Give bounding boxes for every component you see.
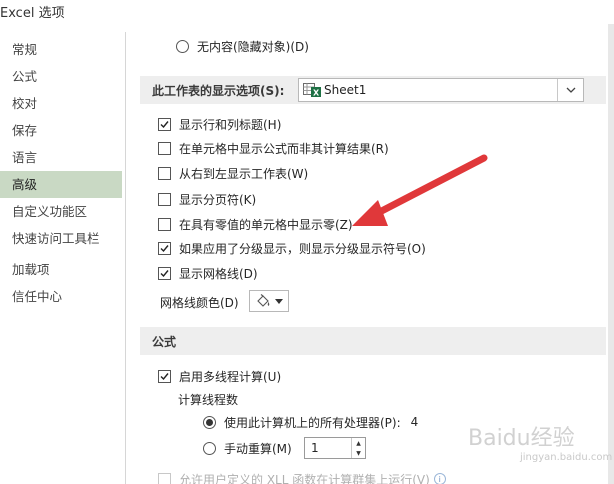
option-show-page-breaks[interactable]: 显示分页符(K) xyxy=(158,189,256,209)
worksheet-icon: X xyxy=(303,83,321,97)
caret-down-icon xyxy=(275,298,283,304)
option-label: 启用多线程计算(U) xyxy=(179,369,282,384)
sheet-select-dropdown-button[interactable] xyxy=(557,79,583,101)
option-show-row-column-headers[interactable]: 显示行和列标题(H) xyxy=(158,114,281,134)
sidebar: 常规 公式 校对 保存 语言 高级 自定义功能区 快速访问工具栏 加载项 信任中… xyxy=(0,32,126,484)
sheet-select-value: Sheet1 xyxy=(324,83,367,97)
option-right-to-left[interactable]: 从右到左显示工作表(W) xyxy=(158,163,308,183)
option-show-formulas[interactable]: 在单元格中显示公式而非其计算结果(R) xyxy=(158,138,389,158)
sidebar-item-add-ins[interactable]: 加载项 xyxy=(0,256,122,283)
radio-all-processors[interactable]: 使用此计算机上的所有处理器(P): 4 xyxy=(203,412,418,432)
sidebar-item-formulas[interactable]: 公式 xyxy=(0,63,122,90)
option-show-gridlines[interactable]: 显示网格线(D) xyxy=(158,263,258,283)
worksheet-display-section-title: 此工作表的显示选项(S): xyxy=(152,83,285,98)
gridline-color-picker[interactable] xyxy=(249,290,289,312)
sidebar-item-customize-ribbon[interactable]: 自定义功能区 xyxy=(0,198,122,225)
paint-bucket-icon xyxy=(257,294,270,307)
option-xll-cluster[interactable]: 允许用户定义的 XLL 函数在计算群集上运行(V) i xyxy=(158,469,446,484)
radio-manual-label: 手动重算(M) xyxy=(224,441,292,456)
option-label: 在单元格中显示公式而非其计算结果(R) xyxy=(179,141,389,156)
option-label: 显示网格线(D) xyxy=(179,266,258,281)
sidebar-item-save[interactable]: 保存 xyxy=(0,117,122,144)
checkmark-icon xyxy=(160,120,169,128)
sidebar-item-proofing[interactable]: 校对 xyxy=(0,90,122,117)
processor-count: 4 xyxy=(410,415,419,429)
svg-text:X: X xyxy=(313,89,320,98)
spin-down-icon[interactable]: ▼ xyxy=(352,448,365,458)
sheet-select[interactable]: X Sheet1 xyxy=(298,78,584,102)
option-label: 从右到左显示工作表(W) xyxy=(179,166,309,181)
checkbox[interactable] xyxy=(158,241,171,255)
spinner-arrows: ▲ ▼ xyxy=(351,438,365,458)
checkmark-icon xyxy=(160,269,169,277)
option-label: 在具有零值的单元格中显示零(Z) xyxy=(179,217,353,232)
option-enable-multithreaded[interactable]: 启用多线程计算(U) xyxy=(158,366,281,386)
option-show-zero-values[interactable]: 在具有零值的单元格中显示零(Z) xyxy=(158,214,353,234)
radio-no-objects-label: 无内容(隐藏对象)(D) xyxy=(197,39,309,54)
radio-button[interactable] xyxy=(203,415,216,429)
option-label: 显示分页符(K) xyxy=(179,192,257,207)
radio-button[interactable] xyxy=(176,39,189,53)
radio-manual[interactable]: 手动重算(M) xyxy=(203,438,292,458)
formula-section-title: 公式 xyxy=(152,334,177,349)
checkbox[interactable] xyxy=(158,141,171,155)
option-label: 允许用户定义的 XLL 函数在计算群集上运行(V) xyxy=(179,472,430,484)
watermark-url: jingyan.baidu.com xyxy=(520,452,613,463)
checkbox[interactable] xyxy=(158,192,171,206)
checkbox[interactable] xyxy=(158,166,171,180)
manual-threads-spinner[interactable]: 1 ▲ ▼ xyxy=(304,437,366,459)
checkbox[interactable] xyxy=(158,117,171,131)
option-show-outline-symbols[interactable]: 如果应用了分级显示，则显示分级显示符号(O) xyxy=(158,238,426,258)
sidebar-item-trust-center[interactable]: 信任中心 xyxy=(0,283,122,310)
window-title: Excel 选项 xyxy=(0,6,65,21)
watermark-logo: Baidu经验 xyxy=(468,426,575,451)
formula-section-header: 公式 xyxy=(140,327,606,355)
radio-all-processors-label: 使用此计算机上的所有处理器(P): xyxy=(224,415,401,430)
vertical-scrollbar[interactable] xyxy=(608,24,614,484)
spin-up-icon[interactable]: ▲ xyxy=(352,438,365,448)
gridline-color-label: 网格线颜色(D) xyxy=(160,296,239,310)
sidebar-item-quick-access-toolbar[interactable]: 快速访问工具栏 xyxy=(0,225,122,252)
manual-threads-value: 1 xyxy=(311,441,319,455)
info-icon: i xyxy=(433,473,446,484)
checkbox[interactable] xyxy=(158,266,171,280)
sidebar-item-general[interactable]: 常规 xyxy=(0,36,122,63)
checkmark-icon xyxy=(160,372,169,380)
option-label: 显示行和列标题(H) xyxy=(179,117,282,132)
checkbox[interactable] xyxy=(158,217,171,231)
worksheet-display-section-header: 此工作表的显示选项(S): X Sheet1 xyxy=(140,76,606,104)
option-label: 如果应用了分级显示，则显示分级显示符号(O) xyxy=(179,241,426,256)
checkbox[interactable] xyxy=(158,369,171,383)
checkmark-icon xyxy=(160,244,169,252)
threads-label: 计算线程数 xyxy=(178,393,239,407)
title-bar: Excel 选项 xyxy=(0,0,614,24)
radio-no-objects[interactable]: 无内容(隐藏对象)(D) xyxy=(176,36,309,56)
sidebar-item-advanced[interactable]: 高级 xyxy=(0,171,122,198)
radio-selected-dot xyxy=(206,418,213,426)
checkbox[interactable] xyxy=(158,472,171,484)
radio-button[interactable] xyxy=(203,441,216,455)
chevron-down-icon xyxy=(566,87,575,93)
sidebar-item-language[interactable]: 语言 xyxy=(0,144,122,171)
